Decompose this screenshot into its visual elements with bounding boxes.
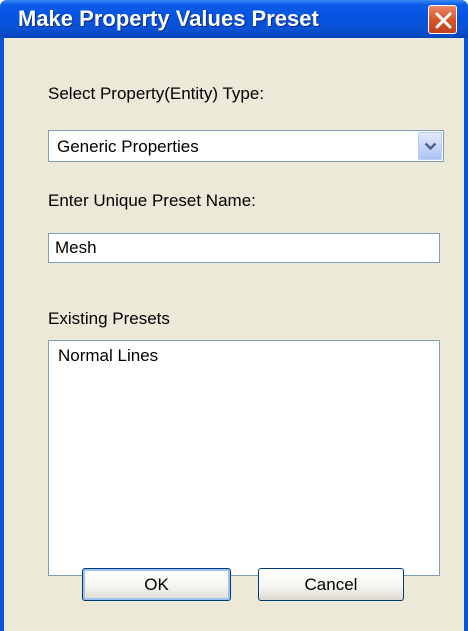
close-button[interactable] [428, 5, 457, 34]
property-type-select[interactable]: Generic Properties [48, 130, 444, 162]
dialog-window: Make Property Values Preset Select Prope… [0, 0, 468, 631]
property-type-selected-value: Generic Properties [57, 137, 199, 156]
window-title: Make Property Values Preset [18, 6, 319, 31]
property-type-dropdown-button[interactable] [418, 132, 442, 160]
ok-button[interactable]: OK [82, 568, 231, 601]
chevron-down-icon [424, 142, 437, 151]
close-icon [435, 12, 452, 29]
existing-presets-list[interactable]: Normal Lines [48, 340, 440, 576]
dialog-body: Select Property(Entity) Type: Generic Pr… [4, 38, 464, 631]
property-type-label: Select Property(Entity) Type: [48, 84, 265, 103]
list-item[interactable]: Normal Lines [58, 346, 158, 366]
existing-presets-label: Existing Presets [48, 309, 170, 328]
title-bar[interactable]: Make Property Values Preset [0, 0, 468, 38]
cancel-button[interactable]: Cancel [258, 568, 404, 601]
preset-name-input[interactable] [48, 233, 440, 263]
preset-name-label: Enter Unique Preset Name: [48, 191, 256, 210]
